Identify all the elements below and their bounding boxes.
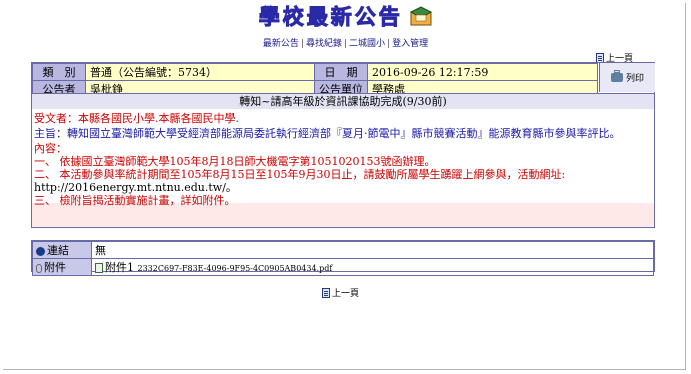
link-label-cell: 連結	[32, 241, 92, 259]
print-button[interactable]: 列印	[599, 63, 655, 92]
prev-page-label: 上一頁	[332, 289, 360, 299]
page-icon	[322, 287, 330, 298]
file-label-cell: 附件	[32, 258, 92, 276]
prev-page-link-bottom[interactable]: 上一頁	[322, 286, 359, 299]
attachment-file-link[interactable]: 附件1 2332C697-F83E-4096-9F95-4C0905AB0434…	[91, 258, 654, 276]
notice-subject: 轉知~請高年級於資訊課協助完成(9/30前)	[32, 93, 654, 110]
notice-body: 受文者：本縣各國民小學.本縣各國民中學. 主旨：轉知國立臺灣師範大學受經濟部能源…	[32, 109, 654, 227]
file-id: 2332C697-F83E-4096-9F95-4C0905AB0434.pdf	[137, 264, 333, 273]
type-label: 類 別	[32, 63, 86, 81]
envelope-icon	[410, 5, 433, 29]
site-header: 學校最新公告	[0, 4, 691, 30]
page-icon	[596, 52, 604, 63]
type-value: 普通（公告編號：5734）	[85, 63, 315, 81]
attachments-panel: 連結 無 附件 附件1 2332C697-F83E-4096-9F95-4C09…	[31, 240, 655, 276]
site-title: 學校最新公告	[258, 5, 403, 30]
date-value: 2016-09-26 12:17:59	[367, 63, 598, 81]
link-icon	[36, 246, 45, 256]
link-value: 無	[91, 241, 654, 259]
paperclip-icon	[36, 263, 42, 273]
attachments-table: 連結 無 附件 附件1 2332C697-F83E-4096-9F95-4C09…	[32, 241, 654, 276]
top-navigation: 最新公告 | 尋找紀錄 | 二城國小 | 登入管理	[0, 36, 691, 49]
nav-login-admin[interactable]: 登入管理	[390, 39, 430, 49]
purpose-line: 主旨：轉知國立臺灣師範大學受經濟部能源局委託執行經濟部『夏月·節電中』縣市競賽活…	[34, 127, 621, 140]
date-label: 日 期	[314, 63, 368, 81]
nav-latest-notices[interactable]: 最新公告	[261, 39, 301, 49]
file-label: 附件	[44, 261, 66, 274]
content-item-3: 三、 檢附旨揭活動實施計畫，詳如附件。	[34, 194, 236, 207]
link-label: 連結	[47, 244, 69, 257]
file-icon	[95, 263, 103, 273]
file-name: 附件1	[105, 261, 134, 274]
notice-panel: 類 別 普通（公告編號：5734） 日 期 2016-09-26 12:17:5…	[31, 62, 655, 228]
recipient-line: 受文者：本縣各國民小學.本縣各國民中學.	[34, 112, 239, 125]
printer-icon	[610, 70, 623, 82]
nav-search-records[interactable]: 尋找紀錄	[304, 39, 344, 49]
print-label: 列印	[625, 74, 644, 84]
nav-school-home[interactable]: 二城國小	[347, 39, 387, 49]
